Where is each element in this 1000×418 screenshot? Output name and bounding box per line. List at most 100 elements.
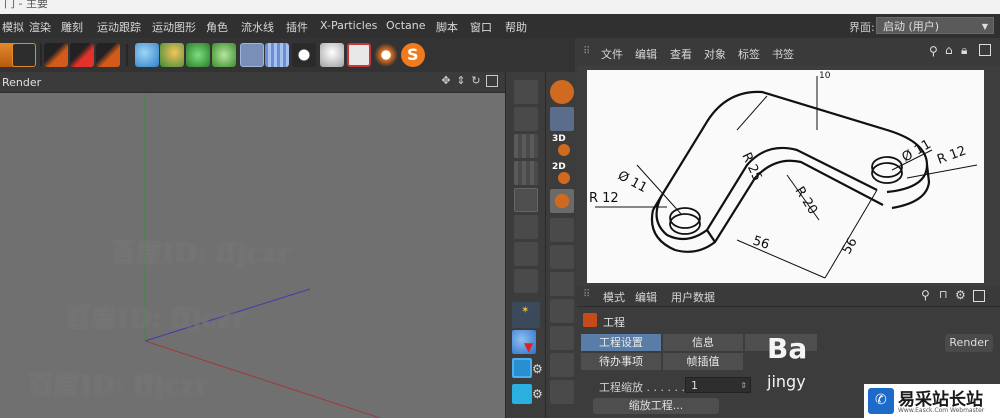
- effector-icon[interactable]: [374, 43, 398, 67]
- move-view-icon[interactable]: ✥: [440, 75, 452, 87]
- home-icon[interactable]: ⌂: [945, 43, 953, 57]
- lock-icon[interactable]: ⊓: [939, 288, 948, 301]
- tab-info[interactable]: 信息: [663, 334, 743, 351]
- camera-icon[interactable]: [292, 43, 316, 67]
- window-title: 门 - 主要: [4, 0, 48, 10]
- magnet-icon[interactable]: [550, 80, 574, 104]
- sketch-icon[interactable]: S: [401, 43, 425, 67]
- selection-icon[interactable]: [512, 358, 532, 378]
- snap-spline-icon[interactable]: [550, 299, 574, 323]
- menu-script[interactable]: 脚本: [436, 19, 458, 35]
- scale-project-button[interactable]: 缩放工程...: [593, 398, 719, 414]
- search-icon[interactable]: ⚲: [929, 44, 938, 58]
- scale-label: 工程缩放 . . . . . . . .: [599, 381, 699, 394]
- scale-input[interactable]: 1 ⇕: [685, 377, 751, 393]
- menu-character[interactable]: 角色: [206, 19, 228, 35]
- menu-file[interactable]: 文件: [601, 46, 623, 62]
- menu-edit[interactable]: 编辑: [635, 289, 657, 305]
- project-icon: [583, 313, 597, 327]
- snap-polygon-icon[interactable]: [550, 272, 574, 296]
- layer-icon[interactable]: [512, 384, 532, 404]
- menu-bar: 模拟 渲染 雕刻 运动跟踪 运动图形 角色 流水线 插件 X-Particles…: [0, 14, 1000, 38]
- menu-view[interactable]: 查看: [670, 46, 692, 62]
- menu-user-data[interactable]: 用户数据: [671, 289, 715, 305]
- render-picture-viewer-icon[interactable]: [70, 43, 94, 67]
- layout-select[interactable]: 启动 (用户) ▼: [876, 17, 994, 34]
- mesh-tool-icon[interactable]: [514, 215, 538, 239]
- menu-simulate[interactable]: 模拟: [2, 19, 24, 35]
- menu-sculpt[interactable]: 雕刻: [61, 19, 83, 35]
- object-tool-icon[interactable]: [514, 107, 538, 131]
- menu-mograph[interactable]: 运动图形: [152, 19, 196, 35]
- menu-plugins[interactable]: 插件: [286, 19, 308, 35]
- tag-icon[interactable]: [347, 43, 371, 67]
- bend-tool-icon[interactable]: [514, 80, 538, 104]
- cloner-tool-icon[interactable]: [514, 242, 538, 266]
- maximize-panel-icon[interactable]: [979, 44, 991, 56]
- particle-tool-icon[interactable]: ✶: [512, 302, 540, 328]
- deform-tool-icon[interactable]: [514, 269, 538, 293]
- snap-edge-icon[interactable]: [550, 245, 574, 269]
- menu-bookmarks[interactable]: 书签: [772, 46, 794, 62]
- menu-motion-tracking[interactable]: 运动跟踪: [97, 19, 141, 35]
- snap-settings-icon[interactable]: [550, 189, 574, 213]
- pen-icon[interactable]: [160, 43, 184, 67]
- section-title: 工程: [603, 316, 625, 329]
- menu-window[interactable]: 窗口: [470, 19, 492, 35]
- menu-objects[interactable]: 对象: [704, 46, 726, 62]
- subdivision-icon[interactable]: [186, 43, 210, 67]
- maximize-view-icon[interactable]: [486, 75, 498, 87]
- sphere-icon[interactable]: ▼: [512, 330, 536, 354]
- stepper-icon: ⇕: [740, 381, 747, 390]
- menu-render[interactable]: 渲染: [29, 19, 51, 35]
- tab-project-settings[interactable]: 工程设置: [581, 334, 661, 351]
- mode-palette: 3D 2D: [545, 72, 578, 418]
- menu-tags[interactable]: 标签: [738, 46, 760, 62]
- tab-todo[interactable]: 待办事项: [581, 353, 661, 370]
- menu-pipeline[interactable]: 流水线: [241, 19, 274, 35]
- cube-icon[interactable]: [135, 43, 159, 67]
- dim-label: R 12: [589, 191, 619, 206]
- render-settings-icon[interactable]: [96, 43, 120, 67]
- snap-guide-icon[interactable]: [550, 380, 574, 404]
- tab-frame-interpolation[interactable]: 帧插值: [663, 353, 743, 370]
- render-button[interactable]: Render: [945, 334, 993, 352]
- texture-tool-icon[interactable]: [514, 188, 538, 212]
- array-icon[interactable]: [212, 43, 236, 67]
- light-icon[interactable]: [320, 43, 344, 67]
- menu-help[interactable]: 帮助: [505, 19, 527, 35]
- deformer-icon[interactable]: [240, 43, 264, 67]
- grid-tool-icon[interactable]: [514, 134, 538, 158]
- menu-octane[interactable]: Octane: [386, 19, 426, 32]
- rotate-view-icon[interactable]: ↻: [470, 75, 482, 87]
- zoom-view-icon[interactable]: ⇕: [455, 75, 467, 87]
- snap-grid-icon[interactable]: [550, 353, 574, 377]
- search-icon[interactable]: ⚲: [921, 288, 930, 302]
- menu-mode[interactable]: 模式: [603, 289, 625, 305]
- watermark: 百度ID: ffjczr: [65, 304, 246, 334]
- snap-axis-icon[interactable]: [550, 326, 574, 350]
- grip-icon[interactable]: ⠿: [583, 46, 590, 57]
- snap-3d-icon[interactable]: [558, 144, 570, 156]
- polygon-grid-icon[interactable]: [514, 161, 538, 185]
- floor-icon[interactable]: [265, 43, 289, 67]
- viewport-title: Render: [2, 76, 42, 89]
- layout-label: 界面:: [849, 21, 875, 34]
- make-editable-icon[interactable]: [12, 43, 36, 67]
- menu-edit[interactable]: 编辑: [635, 46, 657, 62]
- gear-icon[interactable]: ⚙: [532, 362, 543, 376]
- gear-icon[interactable]: ⚙: [532, 387, 543, 401]
- site-logo-subtitle: Www.Easck.Com Webmaster: [898, 407, 985, 414]
- snap-point-icon[interactable]: [550, 218, 574, 242]
- render-view-icon[interactable]: [44, 43, 68, 67]
- snap-2d-icon[interactable]: [558, 172, 570, 184]
- texture-mode-icon[interactable]: [550, 107, 574, 131]
- maximize-panel-icon[interactable]: [973, 290, 985, 302]
- baidu-logo: Ba: [767, 332, 808, 365]
- toolbar-divider: [126, 44, 128, 66]
- menu-x-particles[interactable]: X-Particles: [320, 19, 377, 32]
- gear-icon[interactable]: ⚙: [955, 288, 966, 302]
- lock-icon[interactable]: 🔒︎: [961, 43, 967, 58]
- viewport-canvas[interactable]: 百度ID: ffjczr 百度ID: ffjczr 百度ID: ffjczr: [0, 93, 505, 418]
- grip-icon[interactable]: ⠿: [583, 289, 590, 300]
